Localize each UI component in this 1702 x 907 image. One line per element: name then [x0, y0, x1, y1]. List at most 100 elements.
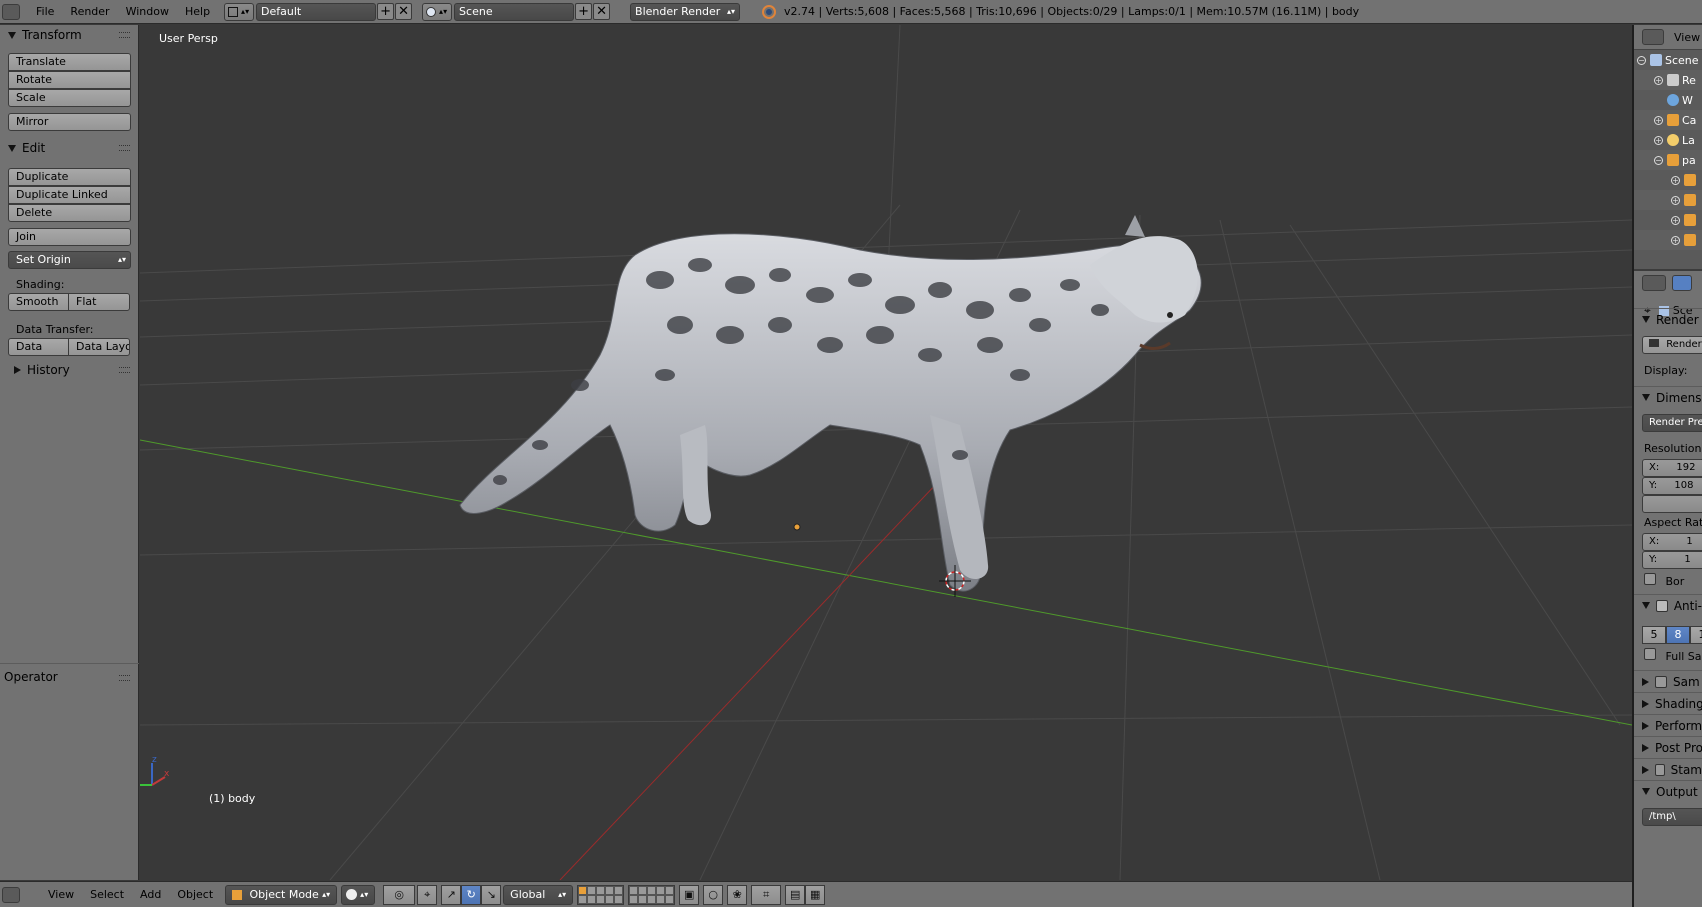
rotate-manipulator-icon[interactable]: ↻ — [461, 884, 482, 905]
history-panel-header[interactable]: History — [0, 360, 139, 380]
outliner-row-camera[interactable]: + Ca — [1634, 110, 1702, 130]
scale-button[interactable]: Scale — [8, 89, 131, 107]
anti-aliasing-panel-header[interactable]: Anti- — [1634, 594, 1702, 616]
checkbox-icon[interactable] — [1655, 675, 1667, 688]
delete-button[interactable]: Delete — [8, 204, 131, 222]
data-transfer-layout-button[interactable]: Data Layo — [68, 338, 130, 356]
expand-icon[interactable]: + — [1654, 115, 1663, 125]
checkbox-icon[interactable] — [1655, 763, 1665, 776]
panel-grip-icon[interactable] — [119, 145, 130, 151]
scale-manipulator-icon[interactable]: ↘ — [481, 884, 502, 905]
expand-icon[interactable]: + — [1671, 175, 1680, 185]
smooth-button[interactable]: Smooth — [8, 293, 69, 311]
expand-icon[interactable]: + — [1654, 75, 1663, 85]
aa-samples-8-button[interactable]: 8 — [1666, 626, 1690, 644]
menu-add[interactable]: Add — [132, 888, 169, 901]
checked-checkbox-icon[interactable] — [1656, 599, 1668, 612]
manipulator-toggle-icon[interactable]: ⌖ — [417, 884, 438, 905]
shading-panel-header[interactable]: Shading — [1634, 692, 1702, 714]
aa-samples-5-button[interactable]: 5 — [1642, 626, 1666, 644]
menu-view[interactable]: View — [40, 888, 82, 901]
properties-editor-type-icon[interactable] — [1642, 275, 1666, 291]
outliner-editor-type-icon[interactable] — [1642, 29, 1664, 45]
outliner-view-menu[interactable]: View — [1674, 31, 1700, 44]
scene-name-field[interactable]: Scene — [454, 2, 575, 21]
3d-viewport[interactable]: z x User Persp (1) body — [140, 25, 1632, 880]
opengl-render-animation-icon[interactable]: ▦ — [805, 884, 826, 905]
screen-layout-selector[interactable]: ▴▾ — [224, 2, 255, 21]
resolution-x-field[interactable]: X: 192 — [1642, 459, 1702, 477]
menu-help[interactable]: Help — [177, 0, 218, 24]
operator-panel-header[interactable]: Operator — [0, 663, 139, 689]
collapse-icon[interactable]: − — [1637, 55, 1646, 65]
viewport-shading-selector[interactable]: ▴▾ — [341, 884, 376, 905]
output-path-field[interactable]: /tmp\ — [1642, 808, 1702, 826]
expand-icon[interactable]: + — [1671, 235, 1680, 245]
info-editor-type-icon[interactable] — [2, 3, 20, 20]
menu-select[interactable]: Select — [82, 888, 132, 901]
snap-element-icon[interactable]: ⌗ — [751, 884, 782, 905]
resolution-y-field[interactable]: Y: 108 — [1642, 477, 1702, 495]
mirror-button[interactable]: Mirror — [8, 113, 131, 131]
add-layout-button[interactable]: + — [377, 3, 395, 20]
performance-panel-header[interactable]: Perform — [1634, 714, 1702, 736]
outliner-row-scene[interactable]: − Scene — [1634, 50, 1702, 70]
expand-icon[interactable]: + — [1671, 195, 1680, 205]
pivot-point-icon[interactable]: ◎ — [383, 884, 416, 905]
data-transfer-button[interactable]: Data — [8, 338, 69, 356]
resolution-percentage-slider[interactable] — [1642, 495, 1702, 513]
aa-samples-11-button[interactable]: 1 — [1690, 626, 1702, 644]
duplicate-button[interactable]: Duplicate — [8, 168, 131, 186]
layer-lock-icon[interactable]: ▣ — [679, 884, 700, 905]
post-processing-panel-header[interactable]: Post Pro — [1634, 736, 1702, 758]
menu-file[interactable]: File — [28, 0, 62, 24]
sampled-motion-blur-header[interactable]: Sam — [1634, 670, 1702, 692]
aspect-y-field[interactable]: Y: 1 — [1642, 551, 1702, 569]
outliner-row-render-layers[interactable]: + Re — [1634, 70, 1702, 90]
outliner-row-child[interactable]: + — [1634, 190, 1702, 210]
join-button[interactable]: Join — [8, 228, 131, 246]
transform-orientation-selector[interactable]: Global ▴▾ — [503, 884, 574, 905]
outliner-row-child[interactable]: + — [1634, 170, 1702, 190]
outliner-row-world[interactable]: W — [1634, 90, 1702, 110]
translate-manipulator-icon[interactable]: ↗ — [441, 884, 462, 905]
render-presets-dropdown[interactable]: Render Pre — [1642, 414, 1702, 432]
set-origin-dropdown[interactable]: Set Origin ▴▾ — [8, 251, 131, 269]
remove-layout-button[interactable]: ✕ — [395, 3, 413, 20]
dimensions-panel-header[interactable]: Dimensi — [1634, 386, 1702, 408]
menu-render[interactable]: Render — [62, 0, 117, 24]
edit-panel-header[interactable]: Edit — [0, 138, 139, 158]
flat-button[interactable]: Flat — [68, 293, 130, 311]
outliner-row-lamp[interactable]: + La — [1634, 130, 1702, 150]
translate-button[interactable]: Translate — [8, 53, 131, 71]
menu-window[interactable]: Window — [118, 0, 177, 24]
render-panel-header[interactable]: Render — [1634, 308, 1702, 330]
output-panel-header[interactable]: Output — [1634, 780, 1702, 802]
render-engine-selector[interactable]: Blender Render ▴▾ — [630, 2, 741, 21]
full-sample-checkbox[interactable]: Full Sar — [1644, 648, 1702, 663]
outliner-row-child[interactable]: + — [1634, 230, 1702, 250]
transform-panel-header[interactable]: Transform — [0, 25, 139, 45]
snap-toggle-icon[interactable]: ❀ — [727, 884, 748, 905]
stamp-panel-header[interactable]: Stam — [1634, 758, 1702, 780]
layout-name-field[interactable]: Default — [256, 2, 377, 21]
panel-grip-icon[interactable] — [119, 367, 130, 373]
editor-type-icon[interactable] — [2, 886, 20, 903]
rotate-button[interactable]: Rotate — [8, 71, 131, 89]
remove-scene-button[interactable]: ✕ — [593, 3, 611, 20]
duplicate-linked-button[interactable]: Duplicate Linked — [8, 186, 131, 204]
object-mode-selector[interactable]: Object Mode ▴▾ — [225, 884, 338, 905]
aspect-x-field[interactable]: X: 1 — [1642, 533, 1702, 551]
proportional-edit-icon[interactable]: ○ — [703, 884, 724, 905]
render-button[interactable]: Render — [1642, 336, 1702, 354]
panel-grip-icon[interactable] — [119, 675, 130, 681]
layer-buttons-group-2[interactable] — [628, 884, 676, 905]
snow-leopard-model[interactable] — [459, 215, 1202, 592]
panel-grip-icon[interactable] — [119, 32, 130, 38]
scene-selector[interactable]: ▴▾ — [422, 2, 453, 21]
expand-icon[interactable]: + — [1671, 215, 1680, 225]
outliner-row-parent[interactable]: − pa — [1634, 150, 1702, 170]
opengl-render-icon[interactable]: ▤ — [785, 884, 806, 905]
collapse-icon[interactable]: − — [1654, 155, 1663, 165]
render-context-icon[interactable] — [1672, 275, 1692, 291]
